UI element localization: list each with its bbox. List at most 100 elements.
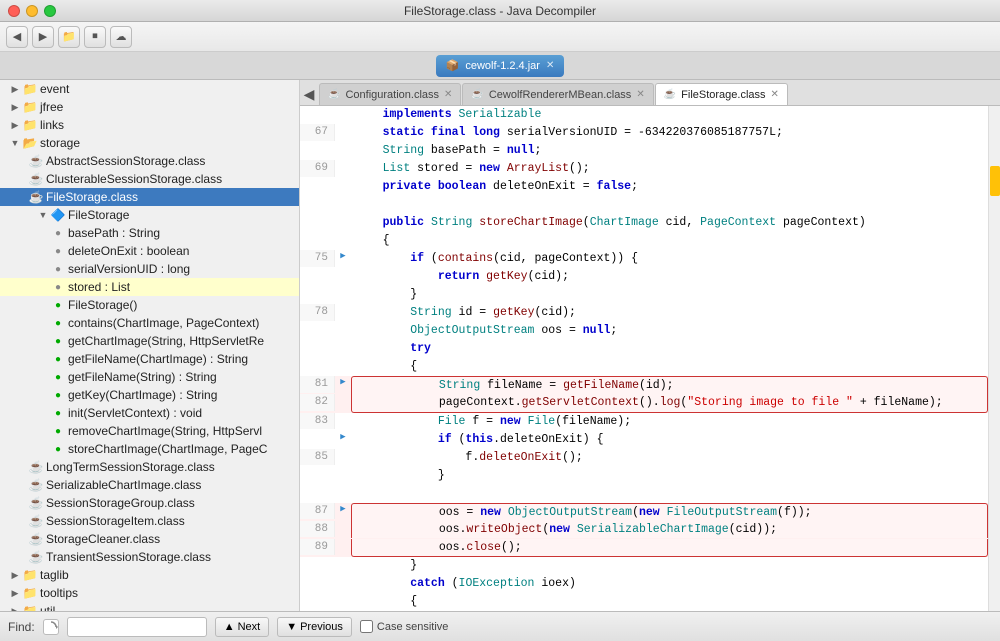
tab-cewolfmbean[interactable]: ☕ CewolfRendererMBean.class ✕ [462,83,653,105]
tree-item-storage[interactable]: ▼ 📂 storage [0,134,299,152]
vertical-scrollbar-track[interactable] [988,106,1000,611]
tree-item-filestorage-folder[interactable]: ▼ 🔷 FileStorage [0,206,299,224]
tree-item-getkey[interactable]: ● getKey(ChartImage) : String [0,386,299,404]
code-line: implements Serializable [300,106,988,124]
line-code: String id = getKey(cid); [351,304,988,321]
tab-configuration[interactable]: ☕ Configuration.class ✕ [319,83,461,105]
line-code: pageContext.getServletContext().log("Sto… [351,394,988,412]
tab-close-icon[interactable]: ✕ [444,89,452,100]
line-number: 75 [300,250,335,267]
close-button[interactable] [8,5,20,17]
field-icon: ● [50,243,66,259]
maximize-button[interactable] [44,5,56,17]
cloud-button[interactable]: ☁ [110,26,132,48]
next-button[interactable]: ▲ Next [215,617,270,637]
folder-icon: 🔷 [50,207,66,223]
case-sensitive-checkbox[interactable] [360,620,373,633]
method-icon: ● [50,315,66,331]
folder-icon: 📁 [22,99,38,115]
open-file-button[interactable]: 📁 [58,26,80,48]
class-icon: ☕ [471,89,483,100]
tree-item-abstractsession[interactable]: ☕ AbstractSessionStorage.class [0,152,299,170]
previous-button[interactable]: ▼ Previous [277,617,352,637]
line-code: } [351,557,988,574]
tree-item-taglib[interactable]: ▶ 📁 taglib [0,566,299,584]
tree-item-stored[interactable]: ● stored : List [0,278,299,296]
tree-item-getfilename2[interactable]: ● getFileName(String) : String [0,368,299,386]
method-icon: ● [50,297,66,313]
line-number: 82 [300,394,335,411]
method-icon: ● [50,333,66,349]
code-line: 85 f.deleteOnExit(); [300,449,988,467]
tree-item-links[interactable]: ▶ 📁 links [0,116,299,134]
field-icon: ● [50,261,66,277]
jar-tab[interactable]: 📦 cewolf-1.2.4.jar ✕ [436,55,565,77]
line-code: public String storeChartImage(ChartImage… [351,214,988,231]
tree-label: SessionStorageItem.class [46,514,185,528]
tree-item-tooltips[interactable]: ▶ 📁 tooltips [0,584,299,602]
tree-label: FileStorage [68,208,129,222]
folder-icon: 📁 [22,567,38,583]
tree-label: SessionStorageGroup.class [46,496,195,510]
class-icon: ☕ [28,171,44,187]
tree-item-basepath[interactable]: ● basePath : String [0,224,299,242]
tree-item-sessiongroup[interactable]: ☕ SessionStorageGroup.class [0,494,299,512]
next-icon: ▲ [224,621,235,633]
stop-button[interactable]: ⏹ [84,26,106,48]
case-sensitive-checkbox-label[interactable]: Case sensitive [360,620,449,633]
tree-item-getchartimage[interactable]: ● getChartImage(String, HttpServletRe [0,332,299,350]
class-icon: ☕ [28,495,44,511]
tree-item-contains[interactable]: ● contains(ChartImage, PageContext) [0,314,299,332]
find-input[interactable] [67,617,207,637]
line-number: 85 [300,449,335,466]
arrow-icon: ▶ [8,604,22,611]
prev-icon: ▼ [286,621,297,633]
code-line: try [300,340,988,358]
tree-item-jfree[interactable]: ▶ 📁 jfree [0,98,299,116]
line-code: return getKey(cid); [351,268,988,285]
line-number: 78 [300,304,335,321]
vertical-scrollbar-thumb[interactable] [990,166,1000,196]
tree-item-clusterable[interactable]: ☕ ClusterableSessionStorage.class [0,170,299,188]
code-content[interactable]: implements Serializable 67 static final … [300,106,988,611]
code-line: ObjectOutputStream oos = null; [300,322,988,340]
tree-item-init[interactable]: ● init(ServletContext) : void [0,404,299,422]
tab-filestorage[interactable]: ☕ FileStorage.class ✕ [655,83,788,105]
tree-item-storechart[interactable]: ● storeChartImage(ChartImage, PageC [0,440,299,458]
tree-item-storagecleaner[interactable]: ☕ StorageCleaner.class [0,530,299,548]
line-code: oos = new ObjectOutputStream(new FileOut… [351,503,988,521]
tree-item-serialversionuid[interactable]: ● serialVersionUID : long [0,260,299,278]
sidebar[interactable]: ▶ 📁 event ▶ 📁 jfree ▶ 📁 links ▼ 📂 storag… [0,80,300,611]
tree-item-filestorage[interactable]: ☕ FileStorage.class [0,188,299,206]
tree-item-getfilename1[interactable]: ● getFileName(ChartImage) : String [0,350,299,368]
line-code: { [351,593,988,610]
tree-item-transientsession[interactable]: ☕ TransientSessionStorage.class [0,548,299,566]
class-icon: ☕ [28,189,44,205]
tab-close-icon[interactable]: ✕ [771,89,779,100]
tab-nav-prev[interactable]: ◀ [300,83,318,105]
tree-item-deleteonexit[interactable]: ● deleteOnExit : boolean [0,242,299,260]
forward-button[interactable]: ▶ [32,26,54,48]
tree-item-util[interactable]: ▶ 📁 util [0,602,299,611]
tree-item-serializable[interactable]: ☕ SerializableChartImage.class [0,476,299,494]
tree-label: taglib [40,568,69,582]
line-code: private boolean deleteOnExit = false; [351,178,988,195]
code-line: 69 List stored = new ArrayList(); [300,160,988,178]
tree-item-event[interactable]: ▶ 📁 event [0,80,299,98]
back-button[interactable]: ◀ [6,26,28,48]
line-number: 87 [300,503,335,520]
line-number: 69 [300,160,335,177]
jar-tab-bar: 📦 cewolf-1.2.4.jar ✕ [0,52,1000,80]
find-label: Find: [8,620,35,634]
tree-item-constructor[interactable]: ● FileStorage() [0,296,299,314]
code-line-87: 87 ▶ oos = new ObjectOutputStream(new Fi… [300,503,988,521]
tree-item-removechart[interactable]: ● removeChartImage(String, HttpServl [0,422,299,440]
field-icon: ● [50,225,66,241]
tree-item-longterm[interactable]: ☕ LongTermSessionStorage.class [0,458,299,476]
minimize-button[interactable] [26,5,38,17]
tree-item-sessionitem[interactable]: ☕ SessionStorageItem.class [0,512,299,530]
jar-tab-close-button[interactable]: ✕ [546,60,554,71]
code-line: 83 File f = new File(fileName); [300,413,988,431]
tab-close-icon[interactable]: ✕ [636,89,644,100]
find-bar: Find: ▲ Next ▼ Previous Case sensitive [0,611,1000,641]
